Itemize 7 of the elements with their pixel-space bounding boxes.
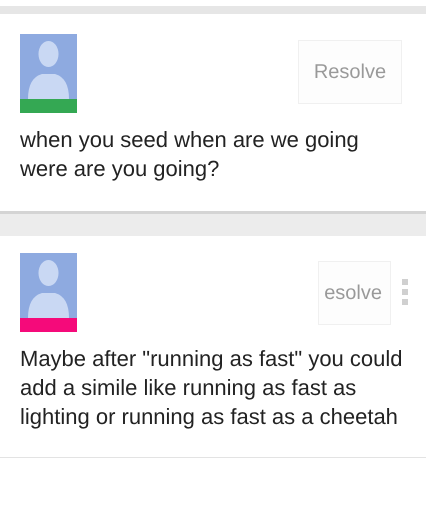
avatar-picture-icon [20, 253, 77, 318]
resolve-button[interactable]: Resolve [298, 40, 402, 104]
resolve-button[interactable]: esolve [318, 261, 391, 325]
comment-text: when you seed when are we going were are you going? [20, 126, 360, 183]
more-options-icon[interactable] [402, 279, 408, 305]
comment-text: Maybe after "running as fast" you could add a simile like running as fast as lighting or running as fast as a cheetah [20, 345, 404, 431]
avatar-picture-icon [20, 34, 77, 99]
